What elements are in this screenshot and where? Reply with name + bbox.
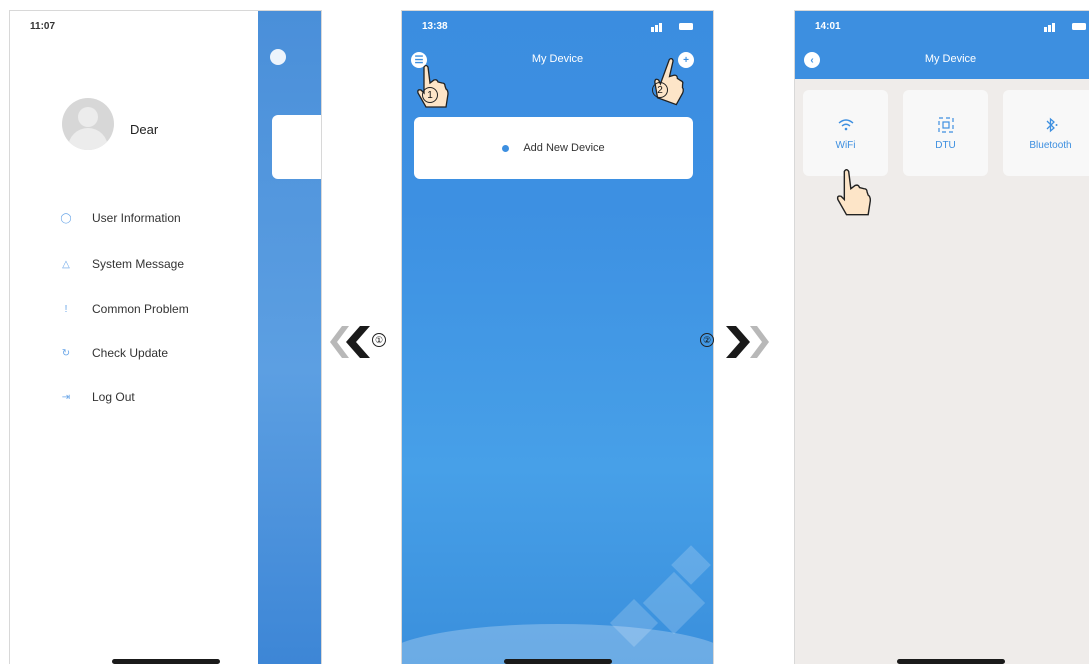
add-device-dot-icon — [502, 144, 510, 152]
status-time: 14:01 — [815, 21, 841, 32]
status-bar: 14:01 — [795, 11, 1089, 45]
menu-item-user-information[interactable]: ◯ User Information — [60, 209, 181, 227]
menu-item-label: User Information — [92, 211, 181, 225]
device-type-wifi[interactable]: WiFi — [803, 90, 888, 176]
add-new-device-card[interactable]: Add New Device — [414, 117, 693, 179]
phone-my-device: 13:38 ☰ My Device + Add New Device 1 2 — [401, 10, 714, 664]
device-type-label: Bluetooth — [1029, 139, 1072, 151]
device-type-label: DTU — [935, 139, 956, 151]
menu-item-check-update[interactable]: ↻ Check Update — [60, 344, 168, 362]
bluetooth-icon — [1043, 116, 1059, 134]
menu-item-system-message[interactable]: △ System Message — [60, 255, 184, 273]
avatar[interactable] — [62, 98, 114, 150]
phone-device-type: 14:01 ‹ My Device WiFi DTU Bluetooth — [794, 10, 1089, 664]
tap-hand-icon-3 — [836, 169, 872, 216]
device-type-dtu[interactable]: DTU — [903, 90, 988, 176]
home-indicator[interactable] — [896, 659, 1005, 664]
phone-side-menu: 11:07 Dear ◯ User Information △ System M… — [9, 10, 322, 664]
dtu-icon — [937, 116, 954, 134]
home-indicator[interactable] — [111, 659, 220, 664]
status-time: 11:07 — [30, 21, 56, 32]
tutorial-figure: 11:07 Dear ◯ User Information △ System M… — [0, 0, 1089, 664]
update-icon: ↻ — [61, 347, 71, 359]
menu-item-label: Log Out — [92, 390, 135, 404]
step-number-1: ① — [372, 333, 386, 347]
side-menu: 11:07 Dear ◯ User Information △ System M… — [10, 11, 252, 664]
wifi-icon — [838, 116, 854, 134]
callout-1: 1 — [422, 87, 438, 103]
device-type-label: WiFi — [835, 139, 856, 151]
menu-item-common-problem[interactable]: ! Common Problem — [60, 300, 189, 318]
status-bar: 11:07 — [10, 11, 252, 45]
add-device-label: Add New Device — [523, 142, 605, 154]
signal-icon — [1044, 23, 1086, 32]
page-title: My Device — [924, 53, 977, 65]
step-arrow-right — [726, 326, 769, 358]
home-screen-peek[interactable] — [258, 11, 321, 664]
home-indicator[interactable] — [503, 659, 612, 664]
signal-icon — [651, 23, 693, 32]
device-type-bluetooth[interactable]: Bluetooth — [1003, 90, 1089, 176]
callout-2: 2 — [652, 82, 668, 98]
menu-item-log-out[interactable]: ⇥ Log Out — [60, 388, 135, 406]
menu-item-label: System Message — [92, 257, 185, 271]
info-icon: ! — [64, 303, 68, 315]
user-name: Dear — [130, 122, 159, 137]
status-bar: 13:38 — [402, 11, 713, 45]
bell-icon: △ — [62, 258, 70, 270]
menu-item-label: Check Update — [92, 346, 169, 360]
add-icon — [270, 49, 286, 65]
logout-icon: ⇥ — [61, 391, 71, 403]
step-number-2: ② — [700, 333, 714, 347]
menu-item-label: Common Problem — [92, 302, 189, 316]
device-card-peek — [272, 115, 321, 179]
user-icon: ◯ — [60, 212, 72, 224]
status-time: 13:38 — [422, 21, 448, 32]
